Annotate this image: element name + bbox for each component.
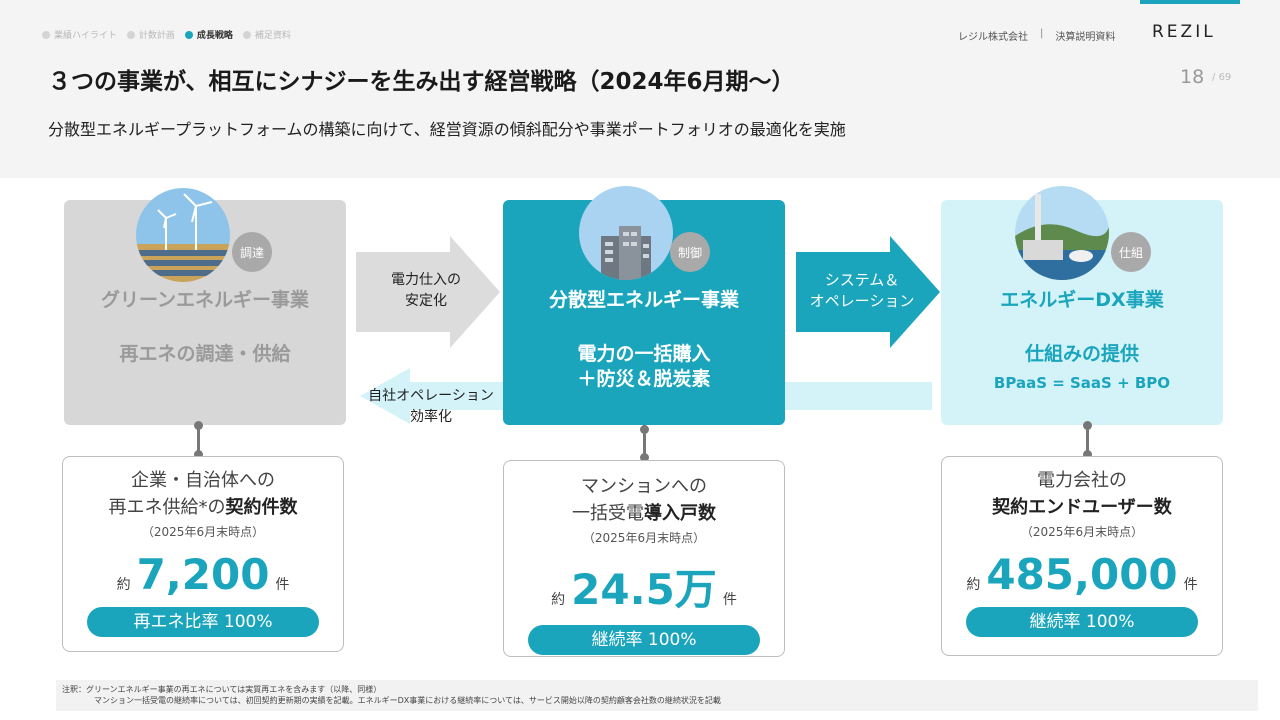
footnote-line: 注釈：グリーンエネルギー事業の再エネについては実質再エネを含みます（以降、同様） bbox=[62, 685, 382, 694]
stat-green-contracts: 企業・自治体への 再エネ供給*の契約件数 （2025年6月末時点） 約 7,20… bbox=[62, 456, 344, 652]
stat-label-plain: 一括受電 bbox=[572, 503, 644, 524]
arrow-label-efficiency: 自社オペレーション 効率化 bbox=[350, 386, 512, 428]
connector-dot bbox=[1083, 421, 1092, 430]
stat-label: 企業・自治体への bbox=[131, 470, 275, 491]
wind-turbine-solar-icon bbox=[136, 188, 230, 282]
stat-dx-endusers: 電力会社の 契約エンドユーザー数 （2025年6月末時点） 約 485,000 … bbox=[941, 456, 1223, 656]
stat-label-plain: 再エネ供給*の bbox=[108, 497, 226, 518]
unit-label: 件 bbox=[1183, 577, 1198, 593]
card-title: 分散型エネルギー事業 bbox=[548, 289, 739, 311]
badge-procure: 調達 bbox=[232, 232, 272, 272]
badge-control: 制御 bbox=[670, 232, 710, 272]
stat-label: 電力会社の bbox=[1037, 470, 1127, 491]
arrow-label-line: 自社オペレーション bbox=[368, 388, 494, 404]
arrow-label-line: システム＆ bbox=[824, 271, 900, 289]
stat-date: （2025年6月末時点） bbox=[141, 525, 265, 539]
stat-label-bold: 契約件数 bbox=[225, 497, 298, 518]
approx-label: 約 bbox=[966, 577, 981, 593]
stat-value: 7,200 bbox=[136, 550, 270, 599]
arrow-label-line: 電力仕入の bbox=[391, 272, 461, 288]
arrow-label-supply: 電力仕入の 安定化 bbox=[366, 270, 486, 312]
stat-date: （2025年6月末時点） bbox=[582, 531, 706, 545]
arrow-label-line: オペレーション bbox=[809, 292, 915, 310]
card-subtitle: 仕組みの提供 bbox=[1024, 343, 1139, 365]
card-subtitle-line: ＋防災＆脱炭素 bbox=[577, 368, 711, 390]
arrow-label-system: システム＆ オペレーション bbox=[792, 270, 932, 312]
stat-label: 契約エンドユーザー数 bbox=[942, 494, 1222, 521]
card-formula: BPaaS = SaaS + BPO bbox=[993, 374, 1171, 392]
card-title: エネルギーDX事業 bbox=[1000, 289, 1164, 311]
connector-dot bbox=[640, 425, 649, 434]
card-subtitle-line: 電力の一括購入 bbox=[577, 343, 711, 365]
stat-value-row: 約 24.5万 件 bbox=[504, 556, 784, 617]
stat-label-bold: 契約エンドユーザー数 bbox=[992, 497, 1172, 518]
stat-value-row: 約 7,200 件 bbox=[63, 550, 343, 599]
stat-label: 再エネ供給*の契約件数 bbox=[63, 494, 343, 521]
stat-label: 一括受電導入戸数 bbox=[504, 500, 784, 527]
arrow-label-line: 安定化 bbox=[405, 293, 447, 309]
stat-pill: 継続率 100% bbox=[966, 607, 1198, 637]
card-title: グリーンエネルギー事業 bbox=[100, 289, 310, 311]
stat-pill: 再エネ比率 100% bbox=[87, 607, 319, 637]
approx-label: 約 bbox=[551, 592, 566, 608]
stat-label: マンションへの bbox=[581, 476, 707, 497]
unit-label: 件 bbox=[275, 577, 290, 593]
card-subtitle: 電力の一括購入 ＋防災＆脱炭素 bbox=[503, 342, 785, 392]
power-plant-icon bbox=[1015, 186, 1109, 280]
stat-value: 24.5万 bbox=[571, 565, 717, 614]
stat-pill: 継続率 100% bbox=[528, 625, 760, 655]
stat-value: 485,000 bbox=[986, 550, 1178, 599]
footnote: 注釈：グリーンエネルギー事業の再エネについては実質再エネを含みます（以降、同様）… bbox=[56, 680, 1258, 711]
unit-label: 件 bbox=[722, 592, 737, 608]
stat-distributed-units: マンションへの 一括受電導入戸数 （2025年6月末時点） 約 24.5万 件 … bbox=[503, 460, 785, 657]
badge-system: 仕組 bbox=[1111, 232, 1151, 272]
card-subtitle: 再エネの調達・供給 bbox=[119, 343, 291, 365]
stat-date: （2025年6月末時点） bbox=[1020, 525, 1144, 539]
apartment-building-icon bbox=[579, 186, 673, 280]
stat-label-bold: 導入戸数 bbox=[644, 503, 716, 524]
footnote-line: マンション一括受電の継続率については、初回契約更新期の実績を記載。エネルギーDX… bbox=[94, 696, 721, 705]
arrow-label-line: 効率化 bbox=[410, 409, 452, 425]
stat-value-row: 約 485,000 件 bbox=[942, 550, 1222, 599]
approx-label: 約 bbox=[116, 577, 131, 593]
connector-dot bbox=[194, 421, 203, 430]
